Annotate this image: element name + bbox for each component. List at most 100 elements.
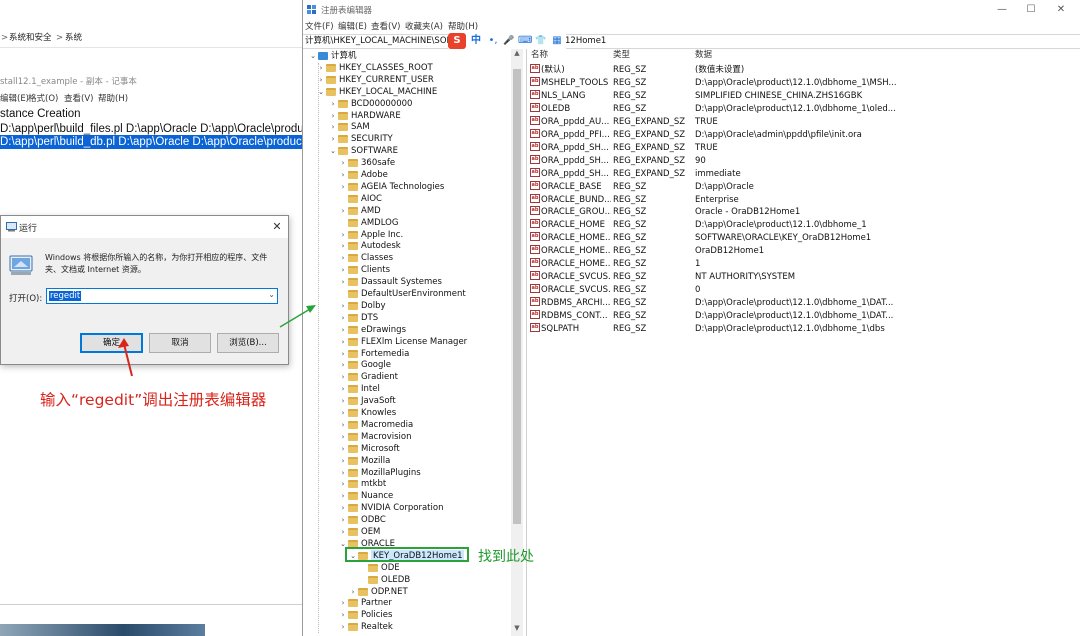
chevron-right-icon[interactable]: › <box>339 407 347 419</box>
tree-node[interactable]: › Google <box>303 359 511 371</box>
tree-node[interactable]: › Dolby <box>303 300 511 312</box>
value-row[interactable]: ab (默认) REG_SZ (数值未设置) <box>527 64 1080 77</box>
chevron-right-icon[interactable]: › <box>339 502 347 514</box>
tree-node[interactable]: › ODBC <box>303 514 511 526</box>
chevron-right-icon[interactable]: › <box>339 300 347 312</box>
tree-node[interactable]: › HKEY_CURRENT_USER <box>303 74 511 86</box>
notepad-menu-edit[interactable]: 编辑(E) <box>0 92 29 106</box>
chevron-right-icon[interactable]: › <box>339 514 347 526</box>
value-row[interactable]: ab SQLPATH REG_SZ D:\app\Oracle\product\12.… <box>527 323 1080 336</box>
notepad-menu-format[interactable]: 格式(O) <box>28 92 58 106</box>
tree-node[interactable]: › Classes <box>303 252 511 264</box>
chevron-right-icon[interactable]: › <box>339 240 347 252</box>
run-titlebar[interactable]: 运行 ✕ <box>1 216 288 238</box>
tree-node[interactable]: › SECURITY <box>303 133 511 145</box>
tree-node[interactable]: › Intel <box>303 383 511 395</box>
tree-node[interactable]: › Nuance <box>303 490 511 502</box>
chevron-right-icon[interactable]: › <box>339 252 347 264</box>
tree-node[interactable]: › Adobe <box>303 169 511 181</box>
menu-file[interactable]: 文件(F) <box>305 20 334 34</box>
chevron-right-icon[interactable]: › <box>339 597 347 609</box>
tree-node[interactable]: › DTS <box>303 312 511 324</box>
cancel-button[interactable]: 取消 <box>149 333 211 353</box>
value-row[interactable]: ab OLEDB REG_SZ D:\app\Oracle\product\12.1.… <box>527 102 1080 116</box>
chevron-right-icon[interactable]: › <box>339 348 347 360</box>
value-row[interactable]: ab ORACLE_HOME REG_SZ D:\app\Oracle\product… <box>527 219 1080 232</box>
chevron-right-icon[interactable]: › <box>339 264 347 276</box>
chevron-right-icon[interactable]: › <box>339 609 347 621</box>
scrollbar-thumb[interactable] <box>513 69 521 524</box>
address-bar[interactable]: 计算机\HKEY_LOCAL_MACHINE\SOF 12Home1 <box>303 34 1080 49</box>
tree-node[interactable]: OLEDB <box>303 574 511 586</box>
value-row[interactable]: ab MSHELP_TOOLS REG_SZ D:\app\Oracle\produc… <box>527 76 1080 90</box>
tree-node[interactable]: › Mozilla <box>303 455 511 467</box>
microphone-icon[interactable]: 🎤 <box>502 33 516 49</box>
breadcrumb-item-security[interactable]: 系统和安全 <box>9 28 52 48</box>
column-header-data[interactable]: 数据 <box>695 49 712 62</box>
chevron-right-icon[interactable]: › <box>317 74 325 86</box>
notepad-menu-help[interactable]: 帮助(H) <box>98 92 128 106</box>
tree-node[interactable]: › HARDWARE <box>303 110 511 122</box>
chevron-right-icon[interactable]: › <box>339 359 347 371</box>
tree-node[interactable]: ⌄ 计算机 <box>303 50 511 62</box>
chevron-right-icon[interactable]: › <box>339 395 347 407</box>
menu-view[interactable]: 查看(V) <box>371 20 400 34</box>
value-row[interactable]: ab ORACLE_BASE REG_SZ D:\app\Oracle <box>527 180 1080 194</box>
tree-node[interactable]: › 360safe <box>303 157 511 169</box>
value-row[interactable]: ab ORA_ppdd_PFI... REG_EXPAND_SZ D:\app\Ora… <box>527 128 1080 142</box>
close-icon[interactable]: ✕ <box>269 219 285 235</box>
tree-node[interactable]: › Fortemedia <box>303 348 511 360</box>
menu-favorites[interactable]: 收藏夹(A) <box>405 20 443 34</box>
regedit-titlebar[interactable]: 注册表编辑器 — ☐ ✕ <box>303 0 1080 20</box>
tree-node[interactable]: › AMD <box>303 205 511 217</box>
value-row[interactable]: ab ORACLE_GROU... REG_SZ Oracle - OraDB12Ho… <box>527 206 1080 219</box>
value-row[interactable]: ab ORA_ppdd_SH... REG_EXPAND_SZ immediate <box>527 167 1080 181</box>
chevron-right-icon[interactable]: › <box>339 490 347 502</box>
registry-values-pane[interactable]: 名称 类型 数据 ab (默认) REG_SZ (数值未设置) ab MSHELP_TOO… <box>526 49 1080 636</box>
chevron-right-icon[interactable]: › <box>349 586 357 598</box>
scroll-up-icon[interactable]: ▲ <box>511 49 523 59</box>
chevron-down-icon[interactable]: ⌄ <box>268 290 275 299</box>
tree-node[interactable]: › NVIDIA Corporation <box>303 502 511 514</box>
chevron-down-icon[interactable]: ⌄ <box>329 145 337 157</box>
maximize-icon[interactable]: ☐ <box>1021 2 1041 18</box>
tree-node[interactable]: › Dassault Systemes <box>303 276 511 288</box>
tree-node[interactable]: › Policies <box>303 609 511 621</box>
tree-node[interactable]: › JavaSoft <box>303 395 511 407</box>
tree-node[interactable]: AMDLOG <box>303 217 511 229</box>
chevron-right-icon[interactable]: › <box>339 229 347 241</box>
tree-node[interactable]: › BCD00000000 <box>303 98 511 110</box>
value-row[interactable]: ab RDBMS_CONT... REG_SZ D:\app\Oracle\produ… <box>527 310 1080 323</box>
tree-node[interactable]: ⌄ SOFTWARE <box>303 145 511 157</box>
value-row[interactable]: ab NLS_LANG REG_SZ SIMPLIFIED CHINESE_CHINA… <box>527 89 1080 103</box>
chevron-right-icon[interactable]: › <box>329 121 337 133</box>
column-header-name[interactable]: 名称 <box>531 49 548 62</box>
chevron-right-icon[interactable]: › <box>339 169 347 181</box>
skin-icon[interactable]: 👕 <box>534 33 548 49</box>
chevron-right-icon[interactable]: › <box>339 478 347 490</box>
value-row[interactable]: ab ORACLE_HOME... REG_SZ OraDB12Home1 <box>527 245 1080 258</box>
tree-node[interactable]: › HKEY_CLASSES_ROOT <box>303 62 511 74</box>
value-row[interactable]: ab ORACLE_BUND... REG_SZ Enterprise <box>527 193 1080 207</box>
minimize-icon[interactable]: — <box>992 2 1012 18</box>
notepad-menu-view[interactable]: 查看(V) <box>64 92 93 106</box>
chevron-right-icon[interactable]: › <box>339 431 347 443</box>
value-row[interactable]: ab ORACLE_HOME... REG_SZ 1 <box>527 258 1080 271</box>
chevron-right-icon[interactable]: › <box>329 133 337 145</box>
chevron-right-icon[interactable]: › <box>329 98 337 110</box>
tree-node[interactable]: DefaultUserEnvironment <box>303 288 511 300</box>
toolbox-icon[interactable]: ▦ <box>550 33 564 49</box>
value-row[interactable]: ab ORA_ppdd_SH... REG_EXPAND_SZ 90 <box>527 154 1080 168</box>
chevron-right-icon[interactable]: › <box>339 181 347 193</box>
chevron-right-icon[interactable]: › <box>339 419 347 431</box>
column-header-type[interactable]: 类型 <box>613 49 630 62</box>
chevron-right-icon[interactable]: › <box>317 62 325 74</box>
menu-edit[interactable]: 编辑(E) <box>338 20 367 34</box>
chevron-down-icon[interactable]: ⌄ <box>309 50 317 62</box>
tree-node[interactable]: › eDrawings <box>303 324 511 336</box>
tree-node[interactable]: › MozillaPlugins <box>303 467 511 479</box>
breadcrumb-item-system[interactable]: 系统 <box>65 28 82 48</box>
punctuation-icon[interactable]: •, <box>486 33 500 49</box>
value-row[interactable]: ab RDBMS_ARCHI... REG_SZ D:\app\Oracle\prod… <box>527 297 1080 310</box>
close-icon[interactable]: ✕ <box>1051 2 1071 18</box>
